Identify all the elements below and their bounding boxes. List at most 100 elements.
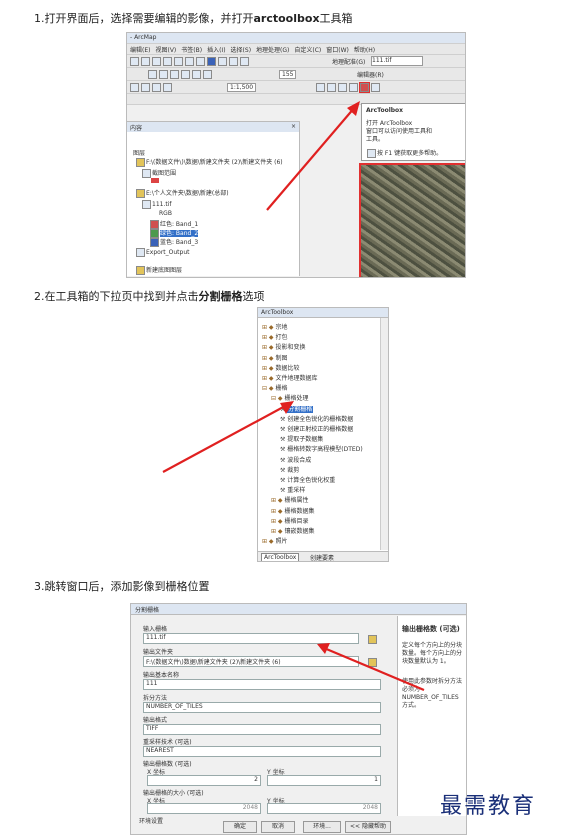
base-name-value: 111 [146, 680, 158, 687]
pan-icon[interactable] [218, 57, 227, 66]
step3-heading: 3.跳转窗口后，添加影像到栅格位置 [34, 578, 210, 594]
toolbox-item[interactable]: ⊞ ◆ 栅格目录 [271, 516, 308, 525]
toolbox-item[interactable]: ⊞ ◆ 文件地理数据库 [262, 373, 317, 382]
toolbox-scrollbar[interactable] [380, 318, 388, 550]
menu-item[interactable]: 视图(V) [155, 47, 176, 54]
split-method-select[interactable]: NUMBER_OF_TILES [143, 702, 381, 713]
toolbox-item[interactable]: ⊟ ◆ 栅格 [262, 383, 287, 392]
toolbox-item-label: 栅格 [275, 385, 288, 393]
menu-item[interactable]: 地理处理(G) [256, 47, 289, 54]
resample-select[interactable]: NEAREST [143, 746, 381, 757]
tool-icon-a[interactable] [130, 83, 139, 92]
toolbox-item[interactable]: ⊞ ◆ 照片 [262, 536, 287, 545]
toolbar-row-1: 地理配准(G) 111.tif [127, 55, 465, 68]
tooltip-help: 按 F1 键获取更多帮助。 [366, 148, 442, 159]
menu-item[interactable]: 编辑(E) [130, 47, 150, 54]
georef-select[interactable]: 111.tif [371, 56, 423, 66]
cut-icon[interactable] [174, 57, 183, 66]
tiles-x-field[interactable]: 2 [147, 775, 261, 786]
tool-icon-c[interactable] [152, 83, 161, 92]
copy-icon[interactable] [185, 57, 194, 66]
output-folder-value: F:\(数据文件\)数据\新建文件夹 (2)\新建文件夹 (6) [146, 659, 281, 666]
menu-item[interactable]: 帮助(H) [354, 47, 375, 54]
modelbuilder-icon[interactable] [371, 83, 380, 92]
tool-icon-b[interactable] [141, 83, 150, 92]
menu-item[interactable]: 书签(B) [181, 47, 202, 54]
forward-icon[interactable] [192, 70, 201, 79]
print-icon[interactable] [163, 57, 172, 66]
select-icon[interactable] [229, 57, 238, 66]
python-icon[interactable] [349, 83, 358, 92]
checkbox-icon[interactable] [142, 200, 151, 209]
save-icon[interactable] [152, 57, 161, 66]
open-icon[interactable] [141, 57, 150, 66]
checkbox-icon[interactable] [136, 248, 145, 257]
editor-label[interactable]: 编辑器(R) [357, 70, 384, 79]
menu-item[interactable]: 自定义(C) [294, 47, 321, 54]
identify-icon[interactable] [240, 57, 249, 66]
tab-create-features[interactable]: 创建要素 [310, 553, 334, 561]
menu-items[interactable]: 编辑(E) 视图(V) 书签(B) 插入(I) 选择(S) 地理处理(G) 自定义(C) 窗口… [130, 45, 380, 54]
toolbox-item[interactable]: ⊞ ◆ 打包 [262, 332, 287, 341]
toolbox-icon: ⊞ ◆ [271, 507, 285, 515]
back-icon[interactable] [181, 70, 190, 79]
watermark: 最需教育 [440, 794, 537, 819]
toolbox-item-label: 栅格数据集 [284, 507, 315, 515]
paste-icon[interactable] [196, 57, 205, 66]
toc-new-group[interactable]: 新建底图图层 [135, 265, 182, 276]
search-icon[interactable] [338, 83, 347, 92]
toolbox-item[interactable]: ⊞ ◆ 制图 [262, 353, 287, 362]
cellsize-x-field[interactable]: 2048 [147, 803, 261, 814]
globe-icon[interactable] [207, 57, 216, 66]
cellsize-y-field[interactable]: 2048 [267, 803, 381, 814]
toolbox-icon: ⊞ ◆ [262, 354, 276, 362]
layer-icon[interactable] [203, 70, 212, 79]
toolbox-item[interactable]: ⊞ ◆ 宗地 [262, 322, 287, 331]
toolbox-icon: ⊞ ◆ [262, 538, 276, 546]
editor-toolbar-icon[interactable] [316, 83, 325, 92]
zoom-in-icon[interactable] [148, 70, 157, 79]
tab-arctoolbox[interactable]: ArcToolbox [261, 553, 300, 561]
scale-field[interactable]: 1:1,500 [227, 83, 257, 92]
arctoolbox-icon[interactable] [359, 82, 370, 93]
catalog-icon[interactable] [327, 83, 336, 92]
zoom-out-icon[interactable] [159, 70, 168, 79]
tool-icon-d[interactable] [163, 83, 172, 92]
format-select[interactable]: TIFF [143, 724, 381, 735]
ok-button[interactable]: 确定 [223, 821, 257, 833]
environments-button[interactable]: 环境... [303, 821, 341, 833]
toolbox-item[interactable]: ⊞ ◆ 数据比较 [262, 363, 299, 372]
toolbox-title: ArcToolbox [261, 309, 294, 316]
cancel-button[interactable]: 取消 [261, 821, 295, 833]
toc-export[interactable]: Export_Output [135, 247, 189, 258]
format-label: 输出格式 [143, 717, 168, 724]
environments-toggle[interactable]: 环境设置 [139, 816, 163, 825]
arcmap-titlebar: - ArcMap [127, 33, 465, 44]
menu-item[interactable]: 插入(I) [207, 47, 225, 54]
blue-swatch [150, 238, 159, 247]
menu-item[interactable]: 窗口(W) [326, 47, 349, 54]
toolbox-item[interactable]: ⊞ ◆ 栅格属性 [271, 495, 308, 504]
toolbox-item[interactable]: ⚒ 重采样 [280, 485, 305, 494]
full-extent-icon[interactable] [170, 70, 179, 79]
folder-icon [136, 158, 145, 167]
toolbox-item-label: 宗地 [275, 324, 288, 331]
toc-folder-2[interactable]: E:\个人文件夹\数据\新建(总部) [135, 188, 229, 199]
input-raster-value: 111.tif [146, 634, 166, 641]
step1-suffix: 工具箱 [319, 12, 353, 25]
scale-field-2[interactable]: 155 [279, 70, 297, 79]
toc-layers[interactable]: 图层 [133, 148, 145, 157]
resample-value: NEAREST [146, 747, 174, 754]
toolbox-item[interactable]: ⊞ ◆ 镶嵌数据集 [271, 526, 314, 535]
checkbox-icon[interactable] [142, 169, 151, 178]
toc-raster[interactable]: 111.tif [141, 199, 172, 210]
toolbox-item[interactable]: ⊞ ◆ 投影和变换 [262, 342, 305, 351]
toolbox-item[interactable]: ⊞ ◆ 栅格数据集 [271, 506, 314, 515]
arrow-3 [317, 643, 425, 692]
new-icon[interactable] [130, 57, 139, 66]
tiles-y-field[interactable]: 1 [267, 775, 381, 786]
output-folder-label: 输出文件夹 [143, 649, 174, 656]
menu-item[interactable]: 选择(S) [231, 47, 252, 54]
hide-help-button[interactable]: << 隐藏帮助 [345, 821, 391, 833]
toc-new-group-label: 新建底图图层 [146, 267, 183, 274]
